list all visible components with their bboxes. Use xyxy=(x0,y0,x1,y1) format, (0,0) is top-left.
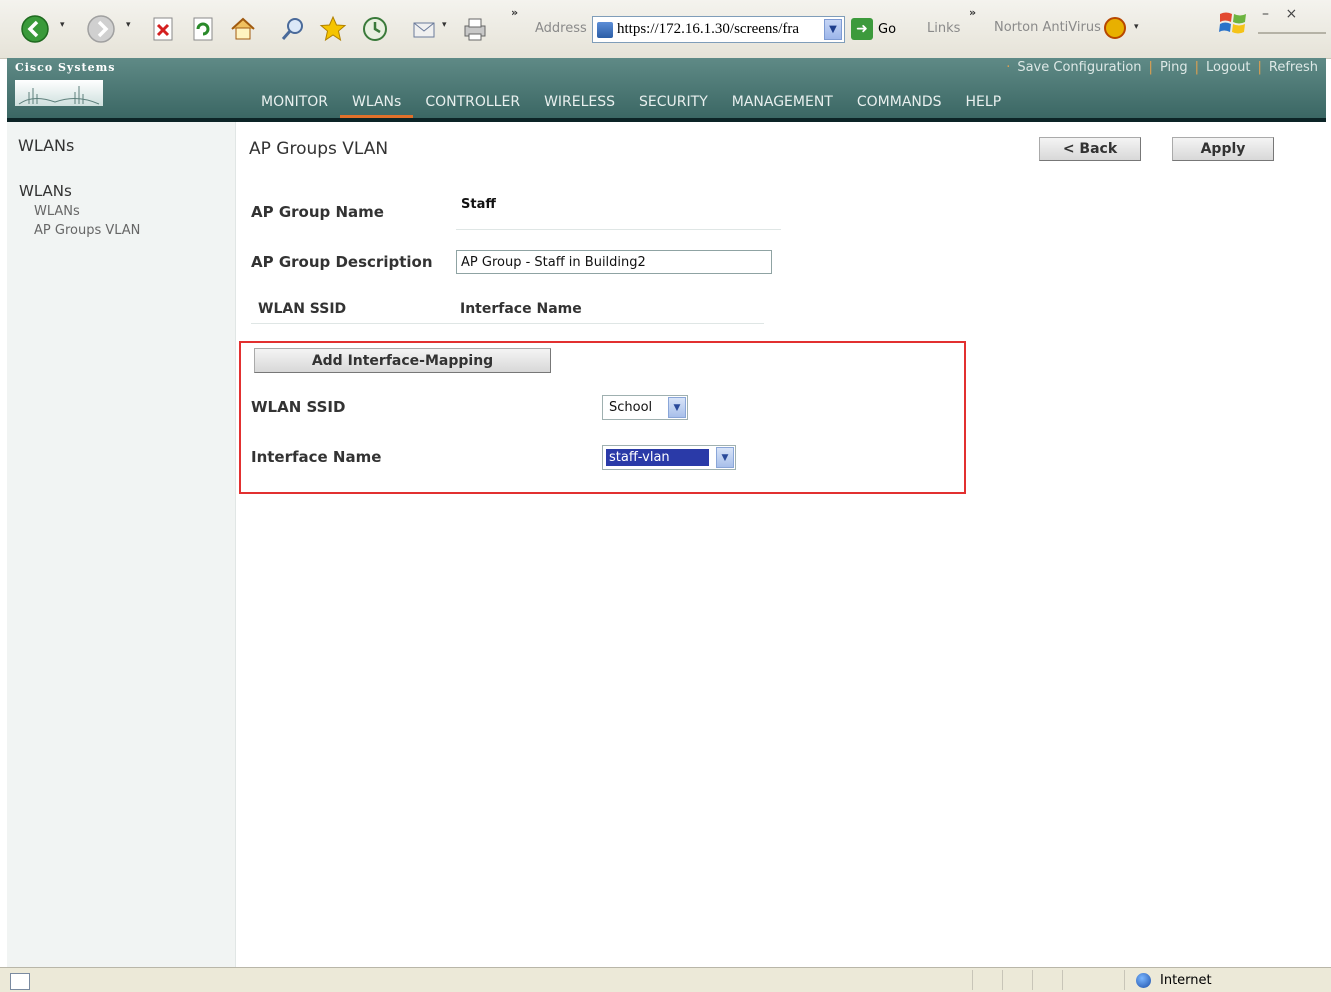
print-icon[interactable] xyxy=(458,12,492,46)
search-icon[interactable] xyxy=(276,12,310,46)
internet-zone-label: Internet xyxy=(1160,973,1212,988)
sidebar: WLANs WLANs WLANs AP Groups VLAN xyxy=(7,122,236,967)
column-header-interface-name: Interface Name xyxy=(460,301,582,317)
mail-icon[interactable] xyxy=(408,12,442,46)
mail-dropdown-icon[interactable]: ▾ xyxy=(442,20,447,30)
favorites-star-icon[interactable] xyxy=(316,12,350,46)
refresh-icon[interactable] xyxy=(186,12,220,46)
add-interface-mapping-button[interactable]: Add Interface-Mapping xyxy=(254,348,551,373)
sidebar-item-ap-groups-vlan[interactable]: AP Groups VLAN xyxy=(34,223,140,238)
nav-security[interactable]: SECURITY xyxy=(627,93,720,113)
page-status-icon xyxy=(10,973,30,990)
cisco-header: Cisco Systems · Save Configuration | Pin… xyxy=(7,58,1326,120)
save-configuration-link[interactable]: Save Configuration xyxy=(1017,60,1141,75)
chevron-down-icon[interactable]: ▼ xyxy=(716,447,734,468)
address-dropdown-icon[interactable]: ▼ xyxy=(824,19,842,40)
norton-icon[interactable] xyxy=(1104,17,1126,39)
top-links: · Save Configuration | Ping | Logout | R… xyxy=(1006,59,1318,75)
toolbar-more-chevron[interactable]: » xyxy=(511,6,518,19)
history-icon[interactable] xyxy=(358,12,392,46)
status-bar: Internet xyxy=(0,967,1331,992)
windows-flag-icon xyxy=(1216,6,1250,40)
window-controls[interactable]: – × xyxy=(1262,6,1303,22)
back-button[interactable]: < Back xyxy=(1039,137,1141,161)
ap-group-description-input[interactable] xyxy=(456,250,772,274)
logout-link[interactable]: Logout xyxy=(1206,60,1251,75)
ap-group-description-label: AP Group Description xyxy=(251,253,433,271)
nav-commands[interactable]: COMMANDS xyxy=(845,93,954,113)
forward-dropdown-icon[interactable]: ▾ xyxy=(126,20,131,30)
cisco-logo-text: Cisco Systems xyxy=(15,61,116,74)
stop-icon[interactable] xyxy=(146,12,180,46)
home-icon[interactable] xyxy=(226,12,260,46)
nav-wireless[interactable]: WIRELESS xyxy=(532,93,627,113)
ping-link[interactable]: Ping xyxy=(1160,60,1188,75)
nav-controller[interactable]: CONTROLLER xyxy=(413,93,532,113)
internet-zone-globe-icon xyxy=(1136,973,1151,988)
go-button[interactable]: ➜ Go xyxy=(851,18,896,40)
browser-toolbar: ▾ ▾ ▾ » Address https://172.16.1.30/scre… xyxy=(0,0,1331,59)
chevron-down-icon[interactable]: ▼ xyxy=(668,397,686,418)
nav-help[interactable]: HELP xyxy=(954,93,1014,113)
ap-group-name-value: Staff xyxy=(461,197,496,212)
interface-name-selected-value: staff-vlan xyxy=(606,449,709,466)
norton-dropdown-icon[interactable]: ▾ xyxy=(1134,22,1139,32)
name-divider xyxy=(456,229,781,230)
go-label: Go xyxy=(878,21,897,37)
norton-antivirus-label[interactable]: Norton AntiVirus xyxy=(994,20,1101,35)
nav-management[interactable]: MANAGEMENT xyxy=(720,93,845,113)
cisco-bridge-logo xyxy=(15,80,103,106)
interface-name-select[interactable]: staff-vlan ▼ xyxy=(602,445,736,470)
wlan-ssid-label: WLAN SSID xyxy=(251,398,346,416)
wlan-ssid-selected-value: School xyxy=(609,400,653,415)
interface-name-label: Interface Name xyxy=(251,448,382,466)
apply-button[interactable]: Apply xyxy=(1172,137,1274,161)
table-header-divider xyxy=(251,323,764,324)
sidebar-title: WLANs xyxy=(18,136,75,155)
go-arrow-icon: ➜ xyxy=(851,18,873,40)
sidebar-group-wlans[interactable]: WLANs xyxy=(19,182,72,200)
forward-arrow-icon[interactable] xyxy=(84,12,118,46)
wlan-ssid-select[interactable]: School ▼ xyxy=(602,395,688,420)
links-more-chevron[interactable]: » xyxy=(969,6,976,19)
links-label[interactable]: Links xyxy=(927,21,960,36)
column-header-wlan-ssid: WLAN SSID xyxy=(258,301,347,317)
toolbar-divider xyxy=(1258,32,1326,34)
address-url[interactable]: https://172.16.1.30/screens/fra xyxy=(617,21,817,38)
back-arrow-icon[interactable] xyxy=(18,12,52,46)
ap-group-name-label: AP Group Name xyxy=(251,203,384,221)
nav-wlans[interactable]: WLANs xyxy=(340,93,414,120)
nav-monitor[interactable]: MONITOR xyxy=(249,93,340,113)
back-dropdown-icon[interactable]: ▾ xyxy=(60,20,65,30)
main-nav: MONITOR WLANs CONTROLLER WIRELESS SECURI… xyxy=(249,93,1014,120)
page-icon xyxy=(597,21,613,38)
refresh-link[interactable]: Refresh xyxy=(1269,60,1318,75)
page-title: AP Groups VLAN xyxy=(249,139,389,159)
address-bar[interactable]: https://172.16.1.30/screens/fra ▼ xyxy=(592,16,845,43)
address-label: Address xyxy=(535,21,587,36)
sidebar-item-wlans[interactable]: WLANs xyxy=(34,204,80,219)
